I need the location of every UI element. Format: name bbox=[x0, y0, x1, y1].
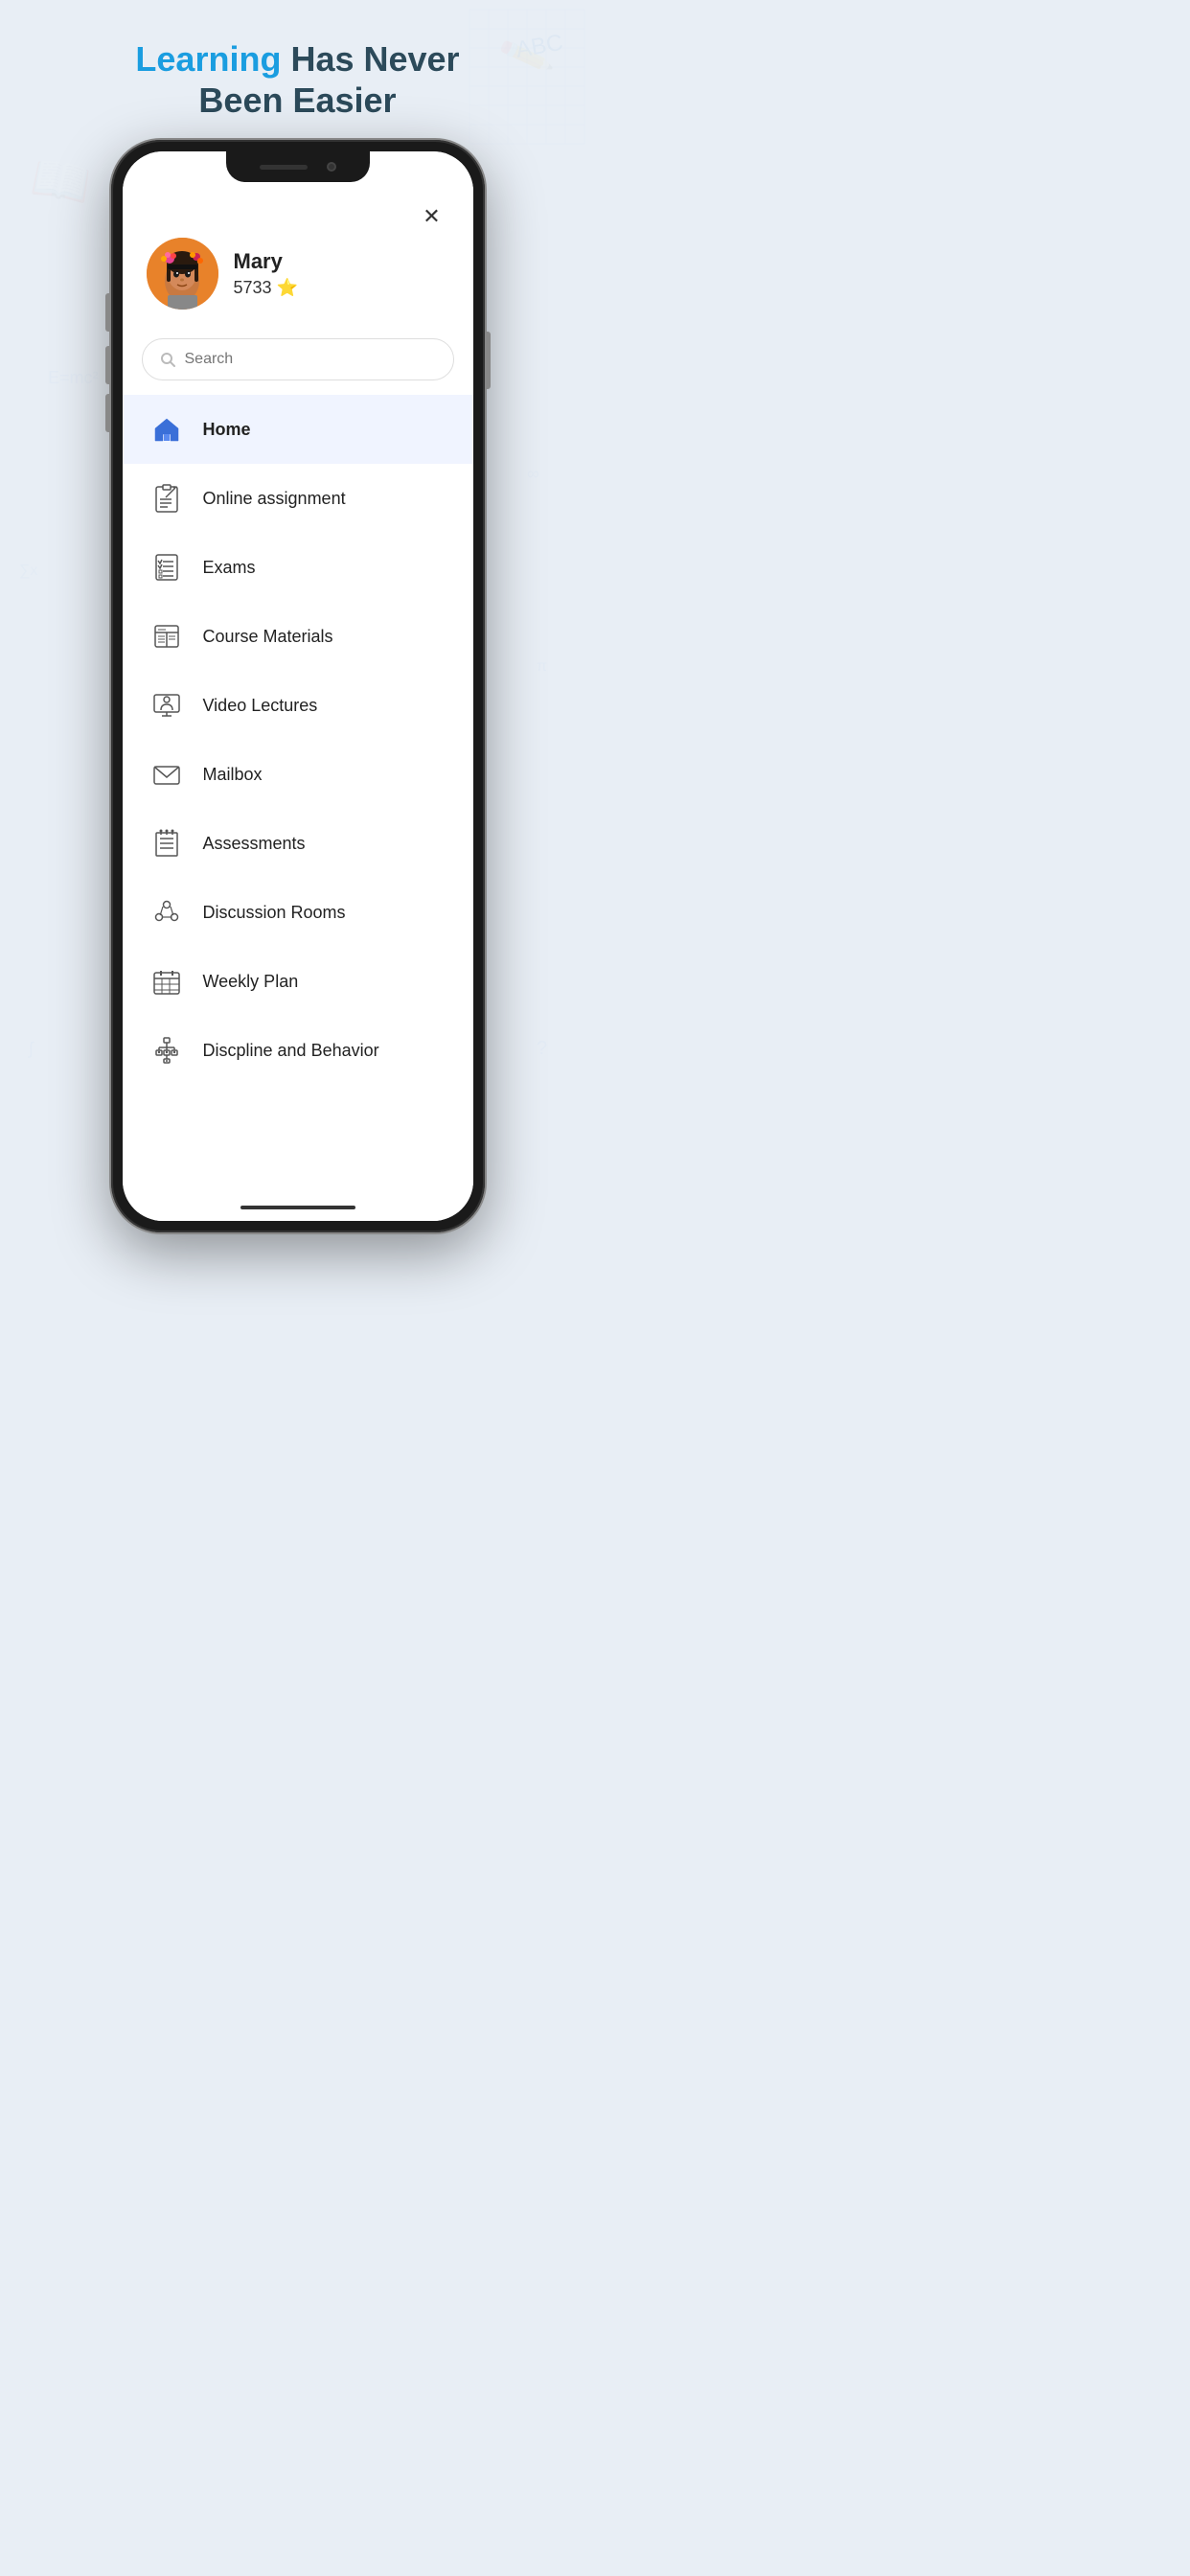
user-name: Mary bbox=[234, 249, 298, 274]
discussion-icon bbox=[149, 895, 184, 930]
menu-item-assessments[interactable]: Assessments bbox=[123, 809, 473, 878]
menu-label-weekly-plan: Weekly Plan bbox=[203, 972, 299, 992]
notch-speaker bbox=[260, 165, 308, 170]
menu-item-mailbox[interactable]: Mailbox bbox=[123, 740, 473, 809]
svg-text:∫: ∫ bbox=[27, 1039, 34, 1058]
menu-item-course-materials[interactable]: Course Materials bbox=[123, 602, 473, 671]
discipline-icon bbox=[149, 1033, 184, 1068]
menu-label-discussion-rooms: Discussion Rooms bbox=[203, 903, 346, 923]
phone-screen: ✕ bbox=[123, 151, 473, 1221]
close-button[interactable]: ✕ bbox=[415, 199, 449, 234]
menu-item-weekly-plan[interactable]: Weekly Plan bbox=[123, 947, 473, 1016]
menu-label-exams: Exams bbox=[203, 558, 256, 578]
svg-text:∑x: ∑x bbox=[19, 563, 37, 579]
exams-icon bbox=[149, 550, 184, 585]
assessments-icon bbox=[149, 826, 184, 861]
menu-item-discipline-behavior[interactable]: Discpline and Behavior bbox=[123, 1016, 473, 1085]
course-icon bbox=[149, 619, 184, 654]
notch-camera bbox=[327, 162, 336, 172]
menu-label-mailbox: Mailbox bbox=[203, 765, 263, 785]
home-icon bbox=[149, 412, 184, 447]
search-input[interactable] bbox=[185, 351, 436, 368]
menu-item-home[interactable]: Home bbox=[123, 395, 473, 464]
search-icon bbox=[160, 352, 175, 367]
header-title: Learning Has NeverBeen Easier bbox=[97, 38, 497, 121]
menu-item-exams[interactable]: Exams bbox=[123, 533, 473, 602]
phone-frame: ✕ bbox=[111, 140, 485, 1232]
menu-label-video-lectures: Video Lectures bbox=[203, 696, 318, 716]
menu-label-course-materials: Course Materials bbox=[203, 627, 333, 647]
phone-notch bbox=[226, 151, 370, 182]
menu-label-home: Home bbox=[203, 420, 251, 440]
menu-label-online-assignment: Online assignment bbox=[203, 489, 346, 509]
svg-text:π: π bbox=[537, 658, 547, 675]
user-points: 5733 ⭐ bbox=[234, 278, 298, 298]
learning-text: Learning bbox=[135, 39, 281, 79]
menu-item-online-assignment[interactable]: Online assignment bbox=[123, 464, 473, 533]
svg-text:📖: 📖 bbox=[27, 150, 95, 213]
assignment-icon bbox=[149, 481, 184, 516]
user-info: Mary 5733 ⭐ bbox=[234, 249, 298, 298]
menu-item-video-lectures[interactable]: Video Lectures bbox=[123, 671, 473, 740]
svg-text:✏️: ✏️ bbox=[495, 26, 556, 84]
search-bar[interactable] bbox=[142, 338, 454, 380]
menu-list: Home bbox=[123, 395, 473, 1085]
mail-icon bbox=[149, 757, 184, 792]
menu-item-discussion-rooms[interactable]: Discussion Rooms bbox=[123, 878, 473, 947]
svg-text:ABC: ABC bbox=[514, 30, 564, 63]
svg-text:E=mc²: E=mc² bbox=[48, 368, 99, 387]
video-icon bbox=[149, 688, 184, 723]
home-indicator bbox=[240, 1206, 355, 1209]
svg-text:?: ? bbox=[537, 1038, 547, 1059]
app-content: Mary 5733 ⭐ bbox=[123, 151, 473, 1221]
menu-label-discipline-behavior: Discpline and Behavior bbox=[203, 1041, 379, 1061]
calendar-icon bbox=[149, 964, 184, 999]
svg-text:∞: ∞ bbox=[527, 464, 539, 483]
menu-label-assessments: Assessments bbox=[203, 834, 306, 854]
avatar bbox=[147, 238, 218, 310]
